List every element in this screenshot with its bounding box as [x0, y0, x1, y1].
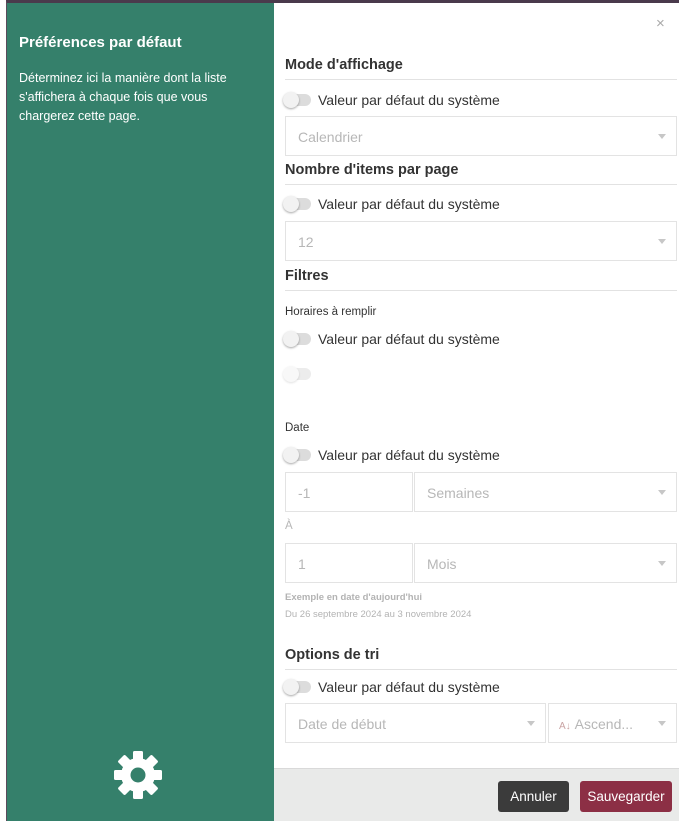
chevron-down-icon — [658, 561, 666, 566]
schedules-filter-toggle[interactable] — [283, 365, 318, 383]
sidebar-description: Déterminez ici la manière dont la liste … — [19, 71, 227, 123]
display-mode-select[interactable]: Calendrier — [285, 116, 677, 156]
select-value: Date de début — [298, 716, 386, 732]
sort-order-select[interactable]: A↓ Ascend... — [548, 703, 677, 743]
select-value: A↓ Ascend... — [559, 716, 633, 732]
sort-order-value: Ascend... — [574, 716, 634, 732]
select-value: Semaines — [427, 485, 490, 501]
toggle-label: Valeur par défaut du système — [318, 196, 500, 212]
input-value: 1 — [298, 556, 306, 572]
toggle-switch-icon[interactable] — [283, 331, 311, 347]
date-to-label: À — [285, 520, 293, 532]
section-items-per-page: Nombre d'items par page — [285, 162, 677, 185]
select-value: Mois — [427, 556, 457, 572]
date-to-unit-select[interactable]: Mois — [414, 543, 677, 583]
toggle-label: Valeur par défaut du système — [318, 679, 500, 695]
items-per-page-select[interactable]: 12 — [285, 221, 677, 261]
toggle-switch-icon[interactable] — [283, 679, 311, 695]
toggle-switch-icon[interactable] — [283, 366, 311, 382]
chevron-down-icon — [658, 134, 666, 139]
sidebar-title: Préférences par défaut — [19, 34, 182, 51]
date-default-toggle[interactable]: Valeur par défaut du système — [283, 446, 500, 464]
toggle-label: Valeur par défaut du système — [318, 447, 500, 463]
date-from-unit-select[interactable]: Semaines — [414, 472, 677, 512]
display-mode-default-toggle[interactable]: Valeur par défaut du système — [283, 91, 500, 109]
toggle-label: Valeur par défaut du système — [318, 331, 500, 347]
schedules-default-toggle[interactable]: Valeur par défaut du système — [283, 330, 500, 348]
input-value: -1 — [298, 485, 311, 501]
cancel-button[interactable]: Annuler — [498, 781, 569, 812]
toggle-switch-icon[interactable] — [283, 447, 311, 463]
chevron-down-icon — [527, 721, 535, 726]
date-to-amount-input[interactable]: 1 — [285, 543, 413, 583]
select-value: 12 — [298, 234, 314, 250]
preferences-panel: × Mode d'affichage Valeur par défaut du … — [274, 3, 679, 821]
chevron-down-icon — [658, 721, 666, 726]
sort-default-toggle[interactable]: Valeur par défaut du système — [283, 678, 500, 696]
schedules-filter-label: Horaires à remplir — [285, 306, 377, 318]
section-sort-options: Options de tri — [285, 647, 677, 670]
sort-ascending-icon: A↓ — [559, 721, 571, 732]
dialog-footer: Annuler Sauvegarder — [274, 768, 679, 821]
sort-field-select[interactable]: Date de début — [285, 703, 546, 743]
date-example-title: Exemple en date d'aujourd'hui — [285, 592, 423, 603]
date-filter-label: Date — [285, 422, 310, 434]
items-per-page-default-toggle[interactable]: Valeur par défaut du système — [283, 195, 500, 213]
date-from-amount-input[interactable]: -1 — [285, 472, 413, 512]
chevron-down-icon — [658, 490, 666, 495]
toggle-label: Valeur par défaut du système — [318, 92, 500, 108]
close-icon[interactable]: × — [656, 15, 665, 32]
toggle-switch-icon[interactable] — [283, 92, 311, 108]
date-example-text: Du 26 septembre 2024 au 3 novembre 2024 — [285, 609, 472, 620]
select-value: Calendrier — [298, 129, 363, 145]
chevron-down-icon — [658, 239, 666, 244]
section-display-mode: Mode d'affichage — [285, 57, 677, 80]
section-filters: Filtres — [285, 268, 677, 291]
save-button[interactable]: Sauvegarder — [580, 781, 672, 812]
gear-icon — [114, 751, 162, 799]
toggle-switch-icon[interactable] — [283, 196, 311, 212]
sidebar: Préférences par défaut Déterminez ici la… — [7, 3, 274, 821]
